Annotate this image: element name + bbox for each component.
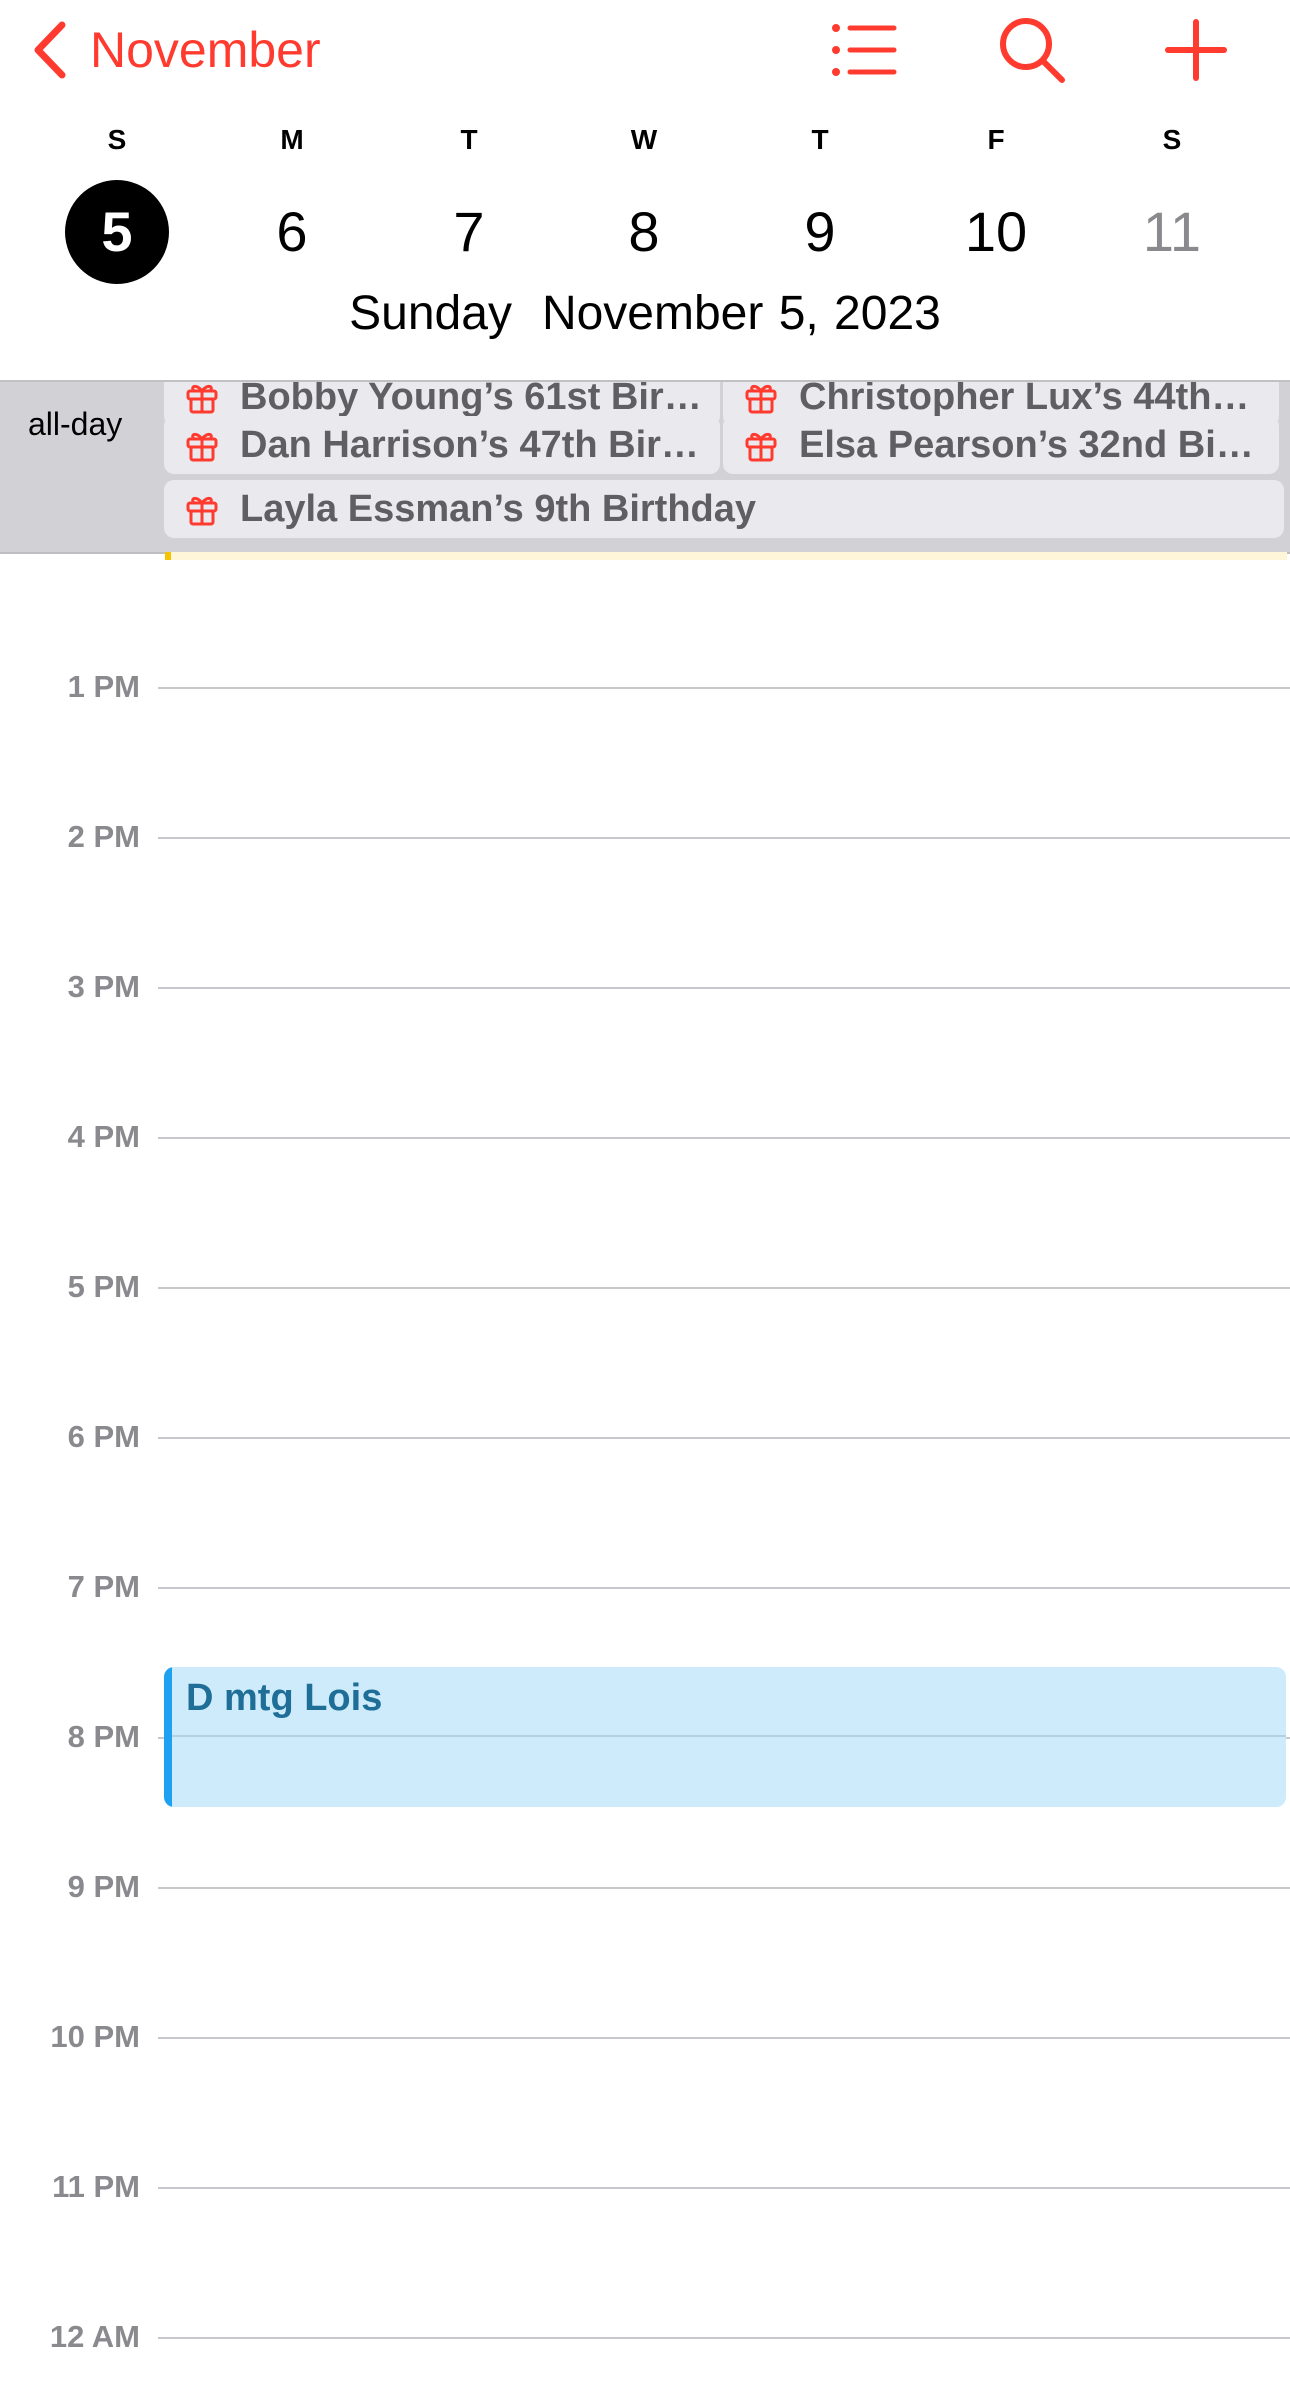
list-view-button[interactable] xyxy=(828,14,900,86)
weekday-letter: M xyxy=(280,124,304,155)
hour-divider xyxy=(158,1587,1290,1589)
all-day-section: all-day Bobby Young’s 61st Bir… Christop… xyxy=(0,380,1290,554)
day-11[interactable]: 11 xyxy=(1117,180,1227,284)
calendar-event[interactable]: D mtg Lois xyxy=(164,1667,1286,1807)
birthday-event-title: Dan Harrison’s 47th Bir… xyxy=(240,423,699,466)
gift-icon xyxy=(745,432,777,462)
search-button[interactable] xyxy=(996,14,1068,86)
day-6[interactable]: 6 xyxy=(237,180,347,284)
hour-divider xyxy=(158,837,1290,839)
hour-label: 5 PM xyxy=(67,1269,140,1304)
search-icon xyxy=(1000,18,1065,83)
back-to-month-button[interactable]: November xyxy=(30,15,321,85)
birthday-event-title: Layla Essman’s 9th Birthday xyxy=(240,487,757,530)
day-5-selected[interactable]: 5 xyxy=(65,180,169,284)
hour-label: 1 PM xyxy=(67,669,140,704)
birthday-event[interactable]: Dan Harrison’s 47th Bir… xyxy=(164,416,720,474)
hour-label: 11 PM xyxy=(52,2169,140,2204)
hour-divider xyxy=(158,1287,1290,1289)
hour-divider xyxy=(158,687,1290,689)
current-time-strip xyxy=(165,552,1287,560)
full-date: November 5, 2023 xyxy=(541,287,941,340)
hour-divider xyxy=(158,987,1290,989)
day-8[interactable]: 8 xyxy=(589,180,699,284)
add-event-button[interactable] xyxy=(1160,14,1232,86)
all-day-label: all-day xyxy=(28,406,123,442)
hour-divider xyxy=(158,1137,1290,1139)
event-hour-divider xyxy=(172,1735,1286,1737)
back-label: November xyxy=(90,22,321,78)
plus-icon xyxy=(1165,19,1227,81)
event-title: D mtg Lois xyxy=(186,1677,383,1719)
hour-divider xyxy=(158,1887,1290,1889)
hour-divider xyxy=(158,2187,1290,2189)
list-icon xyxy=(832,24,897,76)
top-nav: November xyxy=(0,0,1290,100)
birthday-event-title: Elsa Pearson’s 32nd Bir… xyxy=(799,423,1269,466)
day-10[interactable]: 10 xyxy=(941,180,1051,284)
weekday-letter: S xyxy=(1162,124,1182,155)
day-7[interactable]: 7 xyxy=(414,180,524,284)
hour-divider xyxy=(158,2337,1290,2339)
hour-divider xyxy=(158,1437,1290,1439)
selected-date-title: Sunday November 5, 2023 xyxy=(0,286,1290,341)
hour-divider xyxy=(158,2037,1290,2039)
hour-label: 9 PM xyxy=(67,1869,140,1904)
weekday-letter: S xyxy=(107,124,127,155)
hour-label: 4 PM xyxy=(67,1119,140,1154)
birthday-event[interactable]: Elsa Pearson’s 32nd Bir… xyxy=(723,416,1279,474)
gift-icon xyxy=(186,384,218,414)
gift-icon xyxy=(186,496,218,526)
hour-label: 2 PM xyxy=(67,819,140,854)
day-9[interactable]: 9 xyxy=(765,180,875,284)
hour-label: 10 PM xyxy=(50,2019,140,2054)
gift-icon xyxy=(186,432,218,462)
weekday-letter: T xyxy=(460,124,478,155)
birthday-event[interactable]: Layla Essman’s 9th Birthday xyxy=(164,480,1284,538)
birthday-event-title: Christopher Lux’s 44th… xyxy=(799,380,1250,418)
hour-label: 6 PM xyxy=(67,1419,140,1454)
hour-label: 3 PM xyxy=(67,969,140,1004)
birthday-event-title: Bobby Young’s 61st Bir… xyxy=(240,380,702,418)
weekday-letter: T xyxy=(811,124,829,155)
weekday-name: Sunday xyxy=(349,287,512,340)
hour-label: 12 AM xyxy=(49,2319,140,2354)
hour-label: 7 PM xyxy=(67,1569,140,1604)
gift-icon xyxy=(745,384,777,414)
chevron-left-icon xyxy=(34,21,66,79)
hour-label: 8 PM xyxy=(67,1719,140,1754)
weekday-letter: F xyxy=(987,124,1005,155)
weekday-letter: W xyxy=(630,124,658,155)
